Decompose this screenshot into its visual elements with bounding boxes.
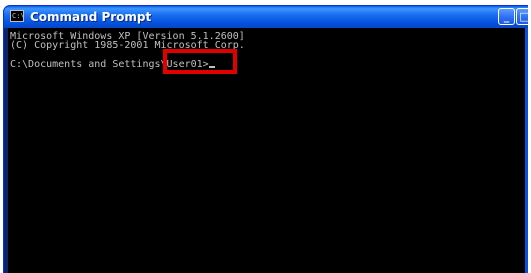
screenshot-page: C:\ Command Prompt _ □ Microsoft Windows… [0,0,531,273]
console-icon[interactable]: C:\ [10,10,25,22]
user-folder-highlight [163,49,237,74]
title-bar[interactable]: C:\ Command Prompt _ □ [4,6,531,28]
window-title: Command Prompt [30,10,152,24]
command-prompt-window: C:\ Command Prompt _ □ Microsoft Windows… [3,5,531,273]
minimize-button[interactable]: _ [498,8,515,25]
console-icon-glyph: C:\ [12,12,25,20]
console-output[interactable]: Microsoft Windows XP [Version 5.1.2600] … [8,28,525,273]
